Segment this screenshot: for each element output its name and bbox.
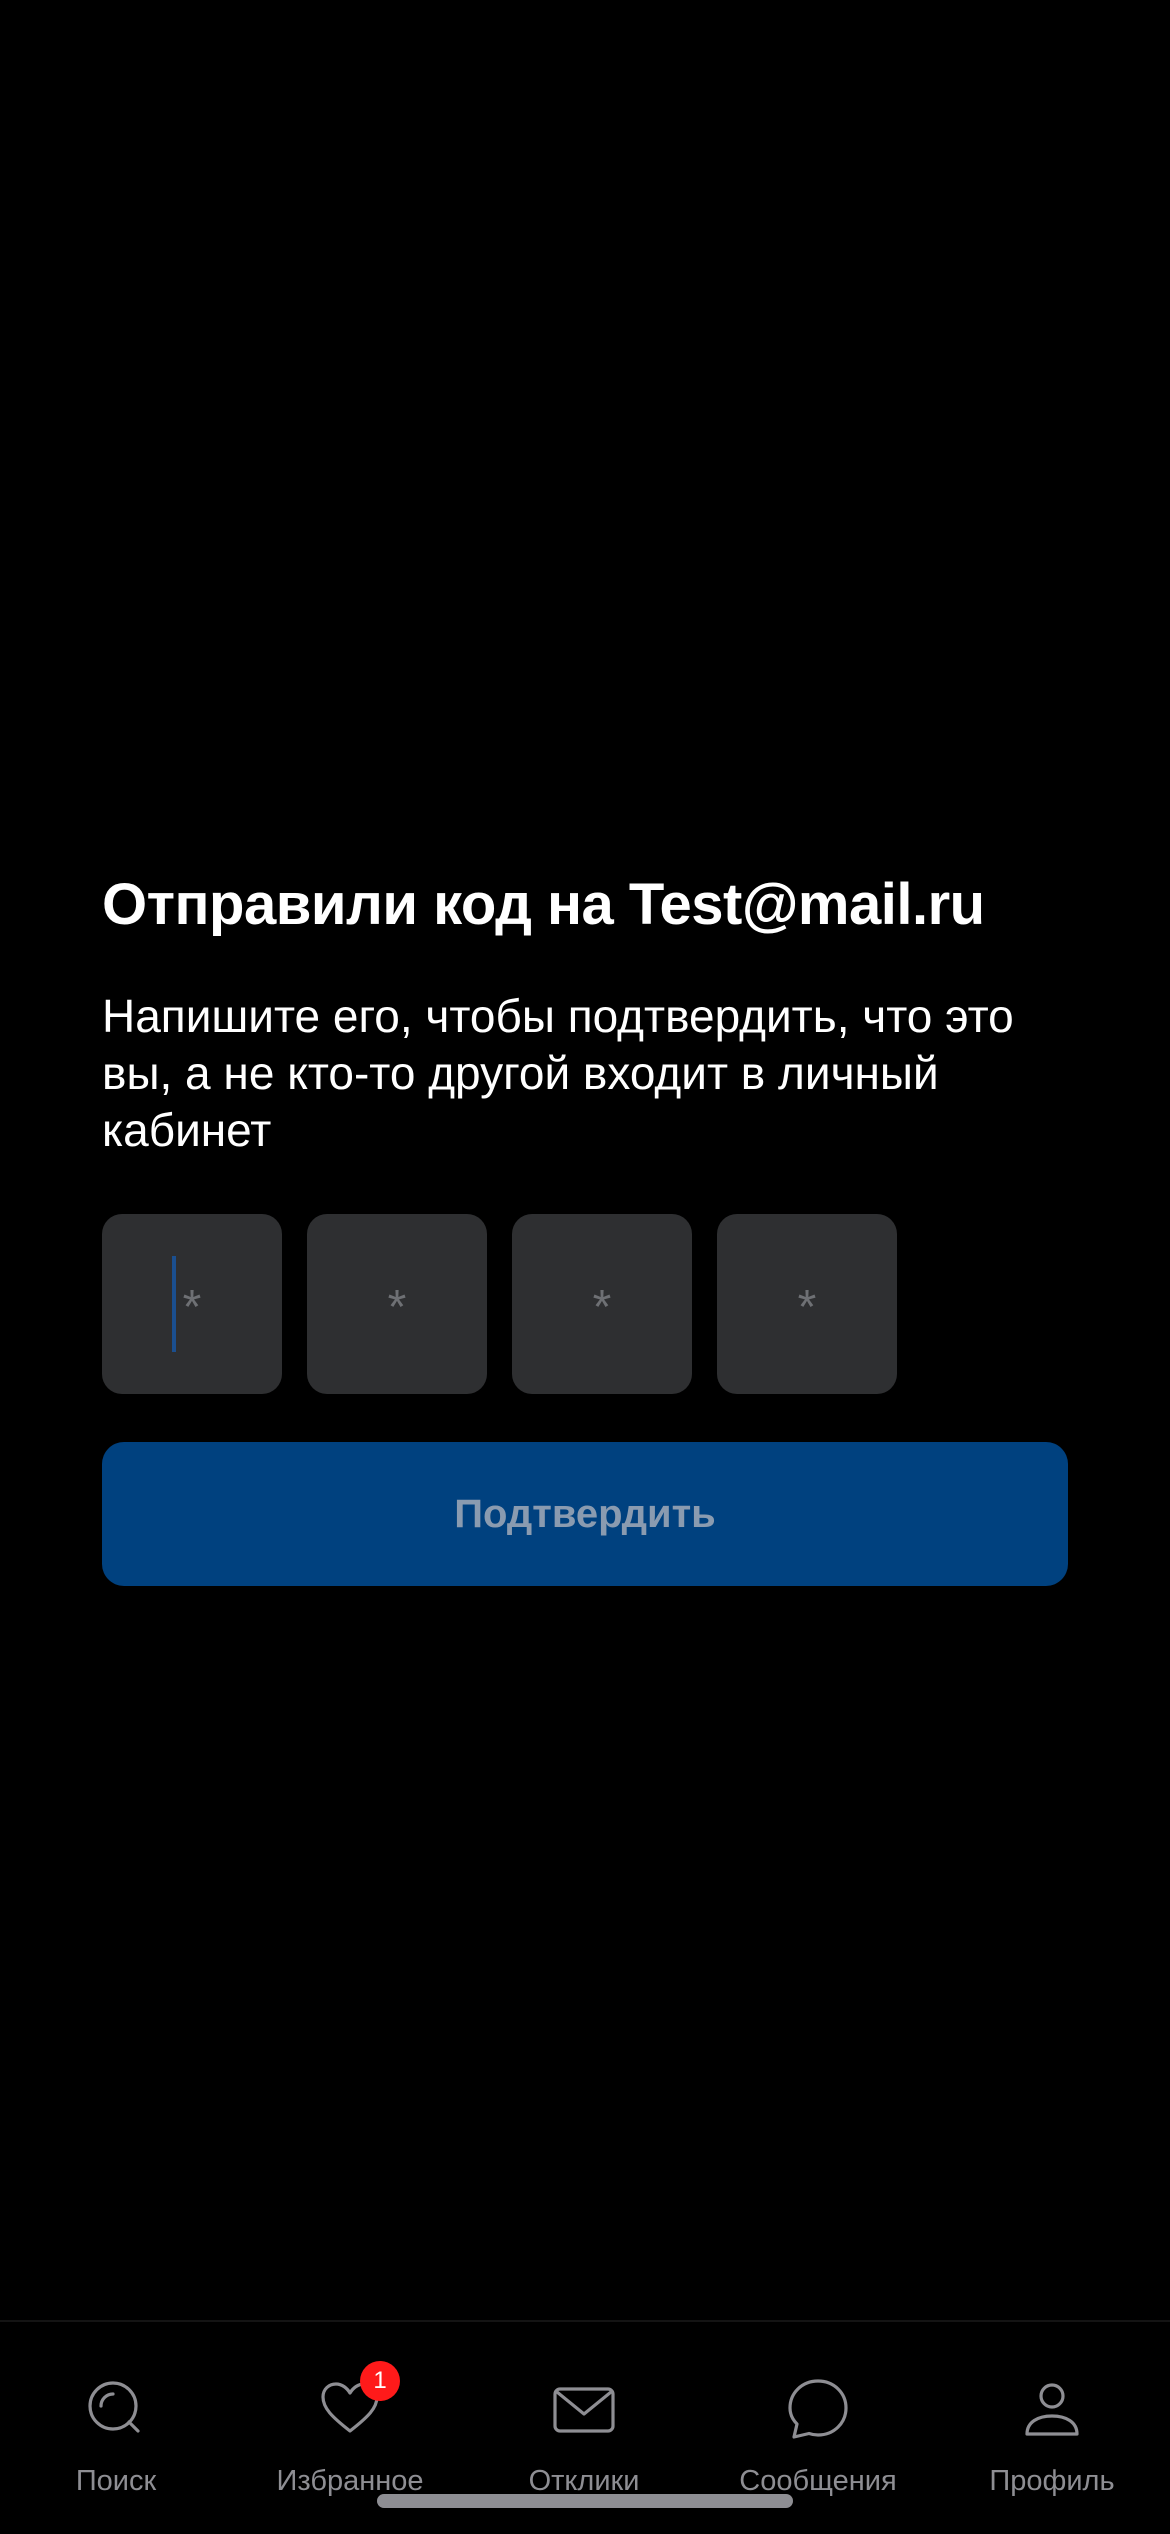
code-digit-2-input[interactable]: * [307, 1214, 487, 1394]
text-caret [172, 1256, 176, 1352]
tab-favorites[interactable]: 1 Избранное [250, 2361, 450, 2498]
confirm-button[interactable]: Подтвердить [102, 1442, 1068, 1586]
code-digit-3-input[interactable]: * [512, 1214, 692, 1394]
chat-bubble-icon [786, 2377, 850, 2441]
person-icon [1020, 2377, 1084, 2441]
page-title: Отправили код на Test@mail.ru [102, 872, 985, 937]
tab-label: Поиск [75, 2465, 157, 2497]
tab-messages[interactable]: Сообщения [718, 2377, 918, 2498]
code-digit-4-input[interactable]: * [717, 1214, 897, 1394]
search-icon [84, 2377, 148, 2441]
screen: Отправили код на Test@mail.ru Напишите е… [0, 0, 1170, 2534]
tab-profile[interactable]: Профиль [952, 2377, 1152, 2498]
tab-label: Профиль [989, 2465, 1115, 2497]
favorites-badge: 1 [360, 2361, 400, 2401]
code-digit-placeholder: * [592, 1281, 612, 1334]
verification-section: Отправили код на Test@mail.ru Напишите е… [102, 870, 1068, 1586]
home-indicator[interactable] [377, 2494, 793, 2508]
code-digit-1-input[interactable]: * [102, 1214, 282, 1394]
code-digit-placeholder: * [387, 1281, 407, 1334]
tab-search[interactable]: Поиск [16, 2377, 216, 2498]
code-input-group: * * * * [102, 1214, 897, 1394]
code-digit-placeholder: * [797, 1281, 817, 1334]
tab-responses[interactable]: Отклики [484, 2377, 684, 2498]
code-digit-placeholder: * [182, 1281, 202, 1334]
envelope-icon [552, 2377, 616, 2441]
page-subtitle: Напишите его, чтобы подтвердить, что это… [102, 990, 1014, 1156]
heart-icon: 1 [318, 2361, 400, 2441]
